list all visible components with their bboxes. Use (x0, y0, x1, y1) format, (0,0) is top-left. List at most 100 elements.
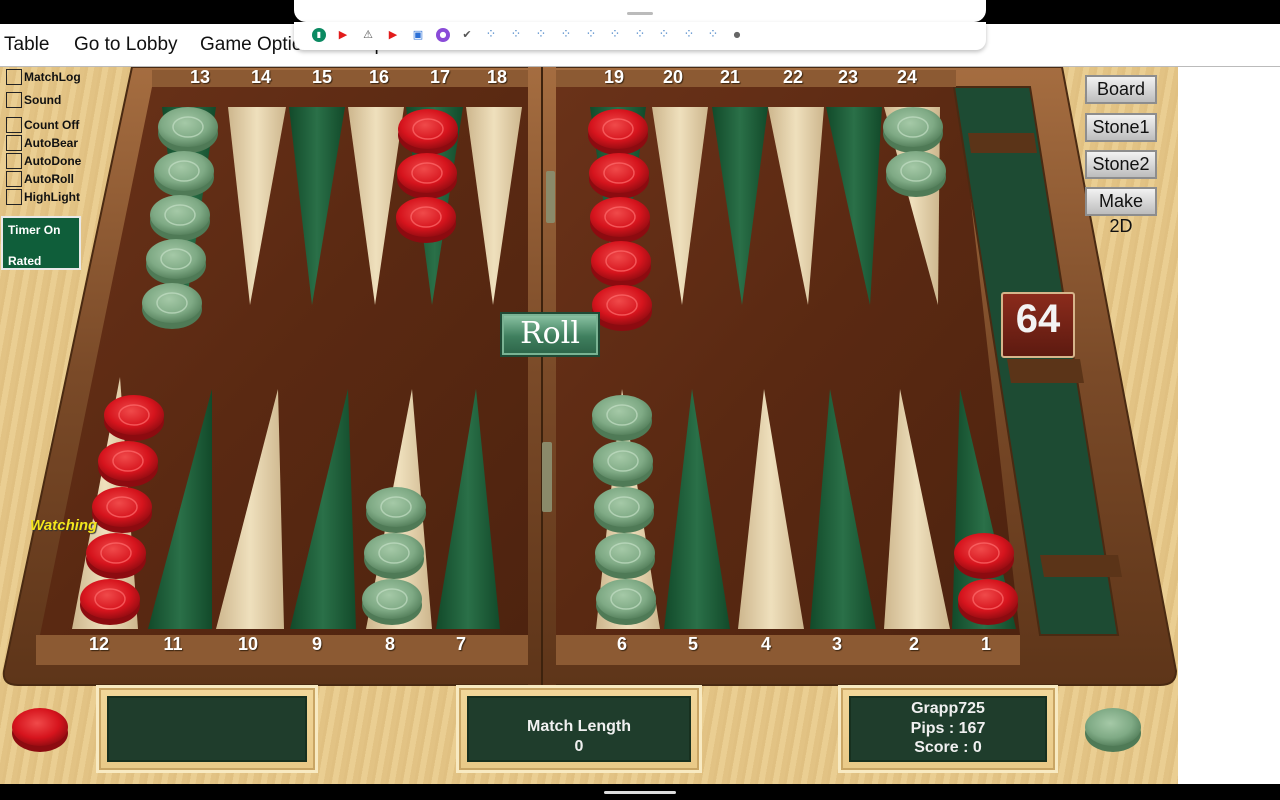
make-2d-button[interactable]: Make 2D (1085, 187, 1157, 236)
board-button[interactable]: Board (1085, 75, 1157, 104)
stone1-button[interactable]: Stone1 (1085, 113, 1157, 142)
match-panel: Match Length 0 (456, 685, 702, 773)
player-pips: Pips : 167 (910, 720, 986, 737)
red-checker[interactable] (589, 153, 649, 199)
point-number: 13 (189, 67, 211, 87)
dots-icon: ⁘ (535, 27, 547, 42)
youtube-icon: ▶ (388, 28, 398, 41)
app-notification-icon: ▮ (312, 28, 326, 42)
matchlog-label: MatchLog (24, 70, 81, 84)
red-checker[interactable] (588, 109, 648, 155)
point-number: 12 (88, 634, 110, 654)
green-checker[interactable] (593, 441, 653, 487)
green-checker[interactable] (362, 579, 422, 625)
autobear-label: AutoBear (24, 136, 79, 150)
notification-shade[interactable] (294, 0, 986, 22)
dots-icon: ⁘ (585, 27, 597, 42)
highlight-checkbox[interactable] (6, 189, 22, 205)
green-checker[interactable] (886, 151, 946, 197)
point-number: 1 (980, 634, 991, 654)
red-checker[interactable] (92, 487, 152, 533)
red-checker[interactable] (104, 395, 164, 441)
point-number: 2 (908, 634, 919, 654)
point-number: 19 (603, 67, 625, 87)
red-checker[interactable] (398, 109, 458, 155)
green-checker[interactable] (142, 283, 202, 329)
menu-go-to-lobby[interactable]: Go to Lobby (74, 34, 178, 56)
red-checker[interactable] (397, 153, 457, 199)
match-panel-inner: Match Length 0 (467, 696, 691, 762)
cube-value: 64 (1015, 297, 1061, 341)
red-checker[interactable] (590, 197, 650, 243)
point-number: 14 (250, 67, 272, 87)
point-number: 6 (616, 634, 627, 654)
red-checker[interactable] (396, 197, 456, 243)
green-checker[interactable] (146, 239, 206, 285)
youtube-icon: ▶ (338, 28, 348, 41)
dots-icon: ⁘ (560, 27, 572, 42)
right-margin (1178, 67, 1280, 784)
home-gesture-pill[interactable] (604, 791, 676, 794)
point-number: 21 (719, 67, 741, 87)
green-checker[interactable] (366, 487, 426, 533)
green-checker[interactable] (596, 579, 656, 625)
green-checker[interactable] (883, 107, 943, 153)
point-number: 23 (837, 67, 859, 87)
point-number: 17 (429, 67, 451, 87)
autodone-checkbox[interactable] (6, 153, 22, 169)
player-red-checker-icon (12, 708, 68, 746)
matchlog-checkbox[interactable] (6, 69, 22, 85)
autobear-checkbox[interactable] (6, 135, 22, 151)
point-number: 10 (237, 634, 259, 654)
count-off-checkbox[interactable] (6, 117, 22, 133)
player-green-checker-icon (1085, 708, 1141, 746)
doubling-cube[interactable]: 64 (1001, 292, 1075, 358)
point-number: 18 (486, 67, 508, 87)
roll-button[interactable]: Roll (500, 312, 600, 357)
sound-checkbox[interactable] (6, 92, 22, 108)
green-checker[interactable] (595, 533, 655, 579)
point-number: 4 (760, 634, 771, 654)
screen: Table Go to Lobby Game Options Help (0, 0, 1280, 800)
point-number: 9 (311, 634, 322, 654)
dots-icon: ⁘ (609, 27, 621, 42)
red-checker[interactable] (98, 441, 158, 487)
red-checker[interactable] (954, 533, 1014, 579)
green-checker[interactable] (154, 151, 214, 197)
red-checker[interactable] (958, 579, 1018, 625)
red-checker[interactable] (80, 579, 140, 625)
menu-table[interactable]: Table (4, 34, 49, 56)
shade-handle[interactable] (627, 12, 653, 15)
match-length-value: 0 (574, 738, 584, 755)
dots-icon: ⁘ (510, 27, 522, 42)
player-panel-inner: Grapp725 Pips : 167 Score : 0 (849, 696, 1047, 762)
red-checker[interactable] (592, 285, 652, 331)
autoroll-checkbox[interactable] (6, 171, 22, 187)
point-number: 5 (687, 634, 698, 654)
point-number: 24 (896, 67, 918, 87)
player-score: Score : 0 (914, 739, 982, 756)
point-number: 16 (368, 67, 390, 87)
opponent-panel-inner (107, 696, 307, 762)
autodone-label: AutoDone (24, 154, 82, 168)
highlight-label: HighLight (24, 190, 80, 204)
green-checker[interactable] (150, 195, 210, 241)
red-checker[interactable] (591, 241, 651, 287)
green-checker[interactable] (592, 395, 652, 441)
autoroll-label: AutoRoll (24, 172, 74, 186)
point-number: 8 (384, 634, 395, 654)
green-checker[interactable] (594, 487, 654, 533)
dots-icon: ⁘ (683, 27, 695, 42)
green-checker[interactable] (158, 107, 218, 153)
backgammon-board (2, 67, 1178, 752)
notification-icons: ▮ ▶ ⚠ ▶ ▣ ● ✔ ⁘ ⁘ ⁘ ⁘ ⁘ ⁘ ⁘ ⁘ ⁘ ⁘ ● (294, 22, 986, 50)
dots-icon: ⁘ (634, 27, 646, 42)
green-checker[interactable] (364, 533, 424, 579)
opponent-panel (96, 685, 318, 773)
news-icon: ▣ (412, 28, 424, 41)
location-icon: ● (436, 28, 450, 42)
red-checker[interactable] (86, 533, 146, 579)
stone2-button[interactable]: Stone2 (1085, 150, 1157, 179)
point-number: 3 (831, 634, 842, 654)
dots-icon: ⁘ (658, 27, 670, 42)
